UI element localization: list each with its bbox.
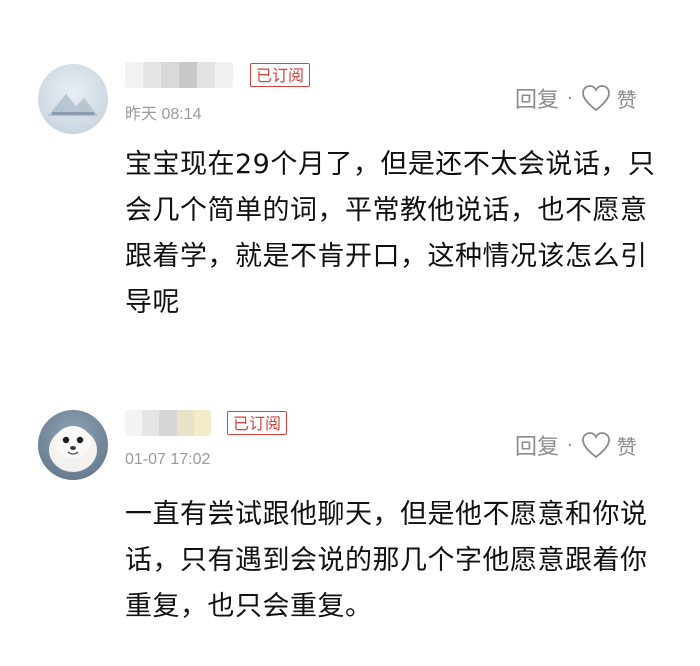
comment-actions: 回复 · 赞 (515, 82, 637, 114)
heart-icon[interactable] (581, 431, 611, 459)
username-blurred (125, 62, 233, 88)
like-button[interactable]: 赞 (617, 84, 637, 113)
comment-time: 01-07 17:02 (125, 451, 211, 468)
comment-time: 昨天 08:14 (125, 106, 202, 123)
reply-button[interactable]: 回复 (515, 82, 559, 114)
like-button[interactable]: 赞 (617, 431, 637, 460)
separator-dot: · (567, 434, 573, 456)
separator-dot: · (567, 87, 573, 109)
seal-avatar-image (49, 426, 97, 472)
heart-icon[interactable] (581, 84, 611, 112)
comment-text: 一直有尝试跟他聊天，但是他不愿意和你说话，只有遇到会说的那几个字他愿意跟着你重复… (125, 499, 648, 622)
avatar-image (48, 94, 98, 116)
comment-actions: 回复 · 赞 (515, 429, 637, 461)
subscribed-badge: 已订阅 (250, 63, 311, 87)
avatar[interactable] (38, 410, 108, 480)
reply-button[interactable]: 回复 (515, 429, 559, 461)
username-blurred (125, 410, 211, 436)
comment-text: 宝宝现在29个月了，但是还不太会说话，只会几个简单的词，平常教他说话，也不愿意跟… (125, 149, 656, 318)
avatar[interactable] (38, 64, 108, 134)
subscribed-badge: 已订阅 (227, 411, 288, 435)
